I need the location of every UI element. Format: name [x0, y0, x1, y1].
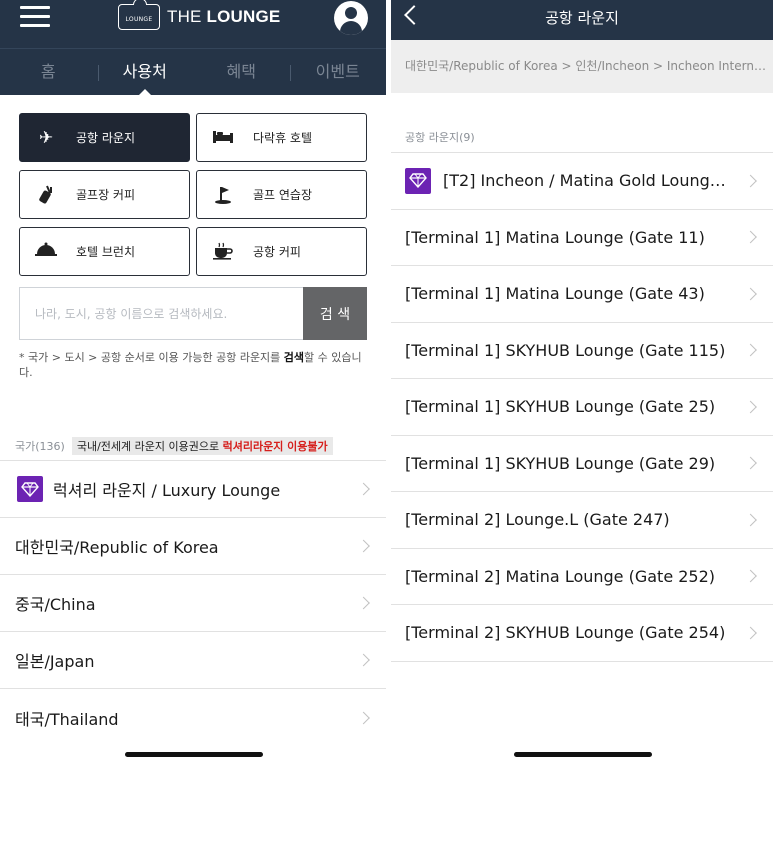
- list-item-lounge[interactable]: [Terminal 1] SKYHUB Lounge (Gate 29): [391, 436, 773, 492]
- lounge-logo-icon: LOUNGE: [118, 0, 160, 30]
- golf-flag-icon: [211, 185, 235, 205]
- chevron-right-icon: [744, 400, 757, 414]
- left-screen: LOUNGE THE LOUNGE 홈 사용처 혜택 이벤트 ✈ 공항 라운지 …: [0, 0, 386, 853]
- top-header: 공항 라운지: [391, 0, 773, 40]
- category-airport-lounge[interactable]: ✈ 공항 라운지: [19, 113, 190, 162]
- active-tab-caret: [138, 89, 152, 96]
- chevron-right-icon: [744, 174, 757, 188]
- list-item-lounge[interactable]: [Terminal 1] SKYHUB Lounge (Gate 115): [391, 323, 773, 379]
- country-count-row: 국가(136) 국내/전세계 라운지 이용권으로 럭셔리라운지 이용불가: [15, 437, 386, 455]
- page-title: 공항 라운지: [545, 9, 619, 27]
- list-item-lounge[interactable]: [T2] Incheon / Matina Gold Lounge (Gate …: [391, 153, 773, 210]
- search-input[interactable]: [19, 287, 303, 340]
- search-bar: 검 색: [19, 287, 367, 340]
- list-item-lounge[interactable]: [Terminal 1] SKYHUB Lounge (Gate 25): [391, 379, 773, 436]
- airplane-icon: ✈: [38, 127, 54, 148]
- home-indicator[interactable]: [514, 752, 652, 757]
- search-help-text: * 국가 > 도시 > 공항 순서로 이용 가능한 공항 라운지를 검색할 수 …: [19, 351, 362, 379]
- tab-events[interactable]: 이벤트: [290, 49, 387, 95]
- list-item-lounge[interactable]: [Terminal 1] Matina Lounge (Gate 11): [391, 210, 773, 266]
- app-title: THE LOUNGE: [167, 7, 281, 26]
- tab-home[interactable]: 홈: [0, 49, 97, 95]
- category-darakhyu-hotel[interactable]: 다락휴 호텔: [196, 113, 367, 162]
- chevron-right-icon: [357, 482, 370, 496]
- chevron-right-icon: [357, 539, 370, 553]
- country-list: 럭셔리 라운지 / Luxury Lounge 대한민국/Republic of…: [0, 460, 386, 746]
- bed-icon: [211, 128, 235, 148]
- profile-icon[interactable]: [334, 1, 368, 35]
- list-item-china[interactable]: 중국/China: [0, 575, 386, 632]
- country-count: 국가(136): [15, 440, 65, 453]
- diamond-icon: [17, 476, 43, 502]
- lounge-list: [T2] Incheon / Matina Gold Lounge (Gate …: [391, 152, 773, 662]
- menu-icon[interactable]: [20, 6, 50, 28]
- app-logo[interactable]: LOUNGE THE LOUNGE: [118, 0, 281, 32]
- cloche-icon: [34, 242, 58, 262]
- list-item-japan[interactable]: 일본/Japan: [0, 632, 386, 689]
- main-nav: 홈 사용처 혜택 이벤트: [0, 48, 387, 96]
- coffee-cup-icon: [211, 242, 235, 262]
- category-hotel-brunch[interactable]: 호텔 브런치: [19, 227, 190, 276]
- list-item-lounge[interactable]: [Terminal 2] SKYHUB Lounge (Gate 254): [391, 605, 773, 662]
- list-item-thailand[interactable]: 태국/Thailand: [0, 689, 386, 746]
- list-item-lounge[interactable]: [Terminal 1] Matina Lounge (Gate 43): [391, 266, 773, 323]
- list-item-lounge[interactable]: [Terminal 2] Lounge.L (Gate 247): [391, 492, 773, 549]
- chevron-right-icon: [744, 626, 757, 640]
- list-item-luxury-lounge[interactable]: 럭셔리 라운지 / Luxury Lounge: [0, 461, 386, 518]
- luxury-notice: 국내/전세계 라운지 이용권으로 럭셔리라운지 이용불가: [71, 437, 333, 455]
- chevron-right-icon: [357, 596, 370, 610]
- tab-benefits[interactable]: 혜택: [193, 49, 290, 95]
- right-screen: 공항 라운지 대한민국/Republic of Korea > 인천/Inche…: [391, 0, 773, 853]
- chevron-right-icon: [357, 711, 370, 724]
- chevron-right-icon: [744, 513, 757, 527]
- category-golf-coffee[interactable]: 골프장 커피: [19, 170, 190, 219]
- golf-bag-icon: [34, 185, 58, 205]
- chevron-right-icon: [744, 456, 757, 470]
- category-airport-coffee[interactable]: 공항 커피: [196, 227, 367, 276]
- search-button[interactable]: 검 색: [303, 287, 367, 340]
- lounge-count: 공항 라운지(9): [405, 131, 475, 144]
- chevron-right-icon: [357, 653, 370, 667]
- diamond-icon: [405, 167, 431, 194]
- nav-divider: [98, 65, 99, 81]
- list-item-korea[interactable]: 대한민국/Republic of Korea: [0, 518, 386, 575]
- list-item-lounge[interactable]: [Terminal 2] Matina Lounge (Gate 252): [391, 549, 773, 605]
- category-golf-range[interactable]: 골프 연습장: [196, 170, 367, 219]
- top-header: LOUNGE THE LOUNGE: [0, 0, 386, 48]
- nav-divider: [290, 65, 291, 81]
- breadcrumb: 대한민국/Republic of Korea > 인천/Incheon > In…: [391, 40, 773, 93]
- chevron-right-icon: [744, 569, 757, 583]
- chevron-right-icon: [744, 230, 757, 244]
- chevron-right-icon: [744, 343, 757, 357]
- home-indicator[interactable]: [125, 752, 263, 757]
- chevron-right-icon: [744, 287, 757, 301]
